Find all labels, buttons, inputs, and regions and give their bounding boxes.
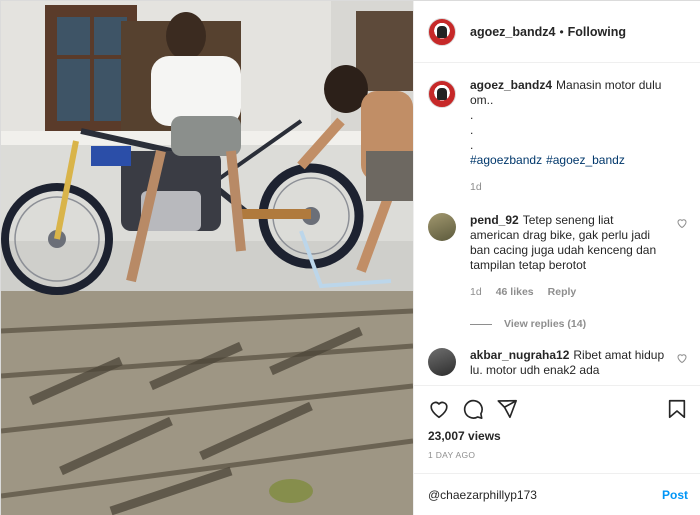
author-username[interactable]: agoez_bandz4 xyxy=(470,25,555,39)
caption-author-avatar[interactable] xyxy=(428,80,456,108)
share-icon[interactable] xyxy=(496,398,518,420)
add-comment-bar: Post xyxy=(414,473,700,515)
comment-username[interactable]: pend_92 xyxy=(470,213,519,227)
commenter-avatar[interactable] xyxy=(428,348,456,376)
post-comment-button[interactable]: Post xyxy=(662,488,688,502)
view-replies-button[interactable]: View replies (14) xyxy=(470,318,688,330)
comment-like-heart-icon[interactable] xyxy=(676,352,688,364)
post-actions: 23,007 views 1 DAY AGO xyxy=(414,385,700,473)
post-timestamp[interactable]: 1 DAY AGO xyxy=(428,450,688,460)
action-icons xyxy=(428,396,688,422)
caption-body: agoez_bandz4 Manasin motor dulu om.. . . … xyxy=(470,78,688,195)
caption-dot-line: . xyxy=(470,138,474,152)
caption-username[interactable]: agoez_bandz4 xyxy=(470,78,552,92)
view-replies-label: View replies (14) xyxy=(504,318,587,330)
caption-dot-line: . xyxy=(470,123,474,137)
view-count[interactable]: 23,007 views xyxy=(428,429,688,443)
post-video[interactable] xyxy=(1,1,413,515)
caption-hashtags: #agoezbandz #agoez_bandz xyxy=(470,153,688,168)
heart-icon[interactable] xyxy=(428,398,450,420)
caption: agoez_bandz4 Manasin motor dulu om.. . . … xyxy=(428,78,688,195)
caption-meta: 1d xyxy=(470,180,688,195)
comment-item: pend_92 Tetep seneng liat american drag b… xyxy=(428,213,688,300)
post-dialog: agoez_bandz4 • Following agoez_bandz4 Man… xyxy=(0,0,700,515)
hashtag-link[interactable]: #agoezbandz xyxy=(470,153,542,167)
video-frame-image xyxy=(1,1,413,515)
post-header: agoez_bandz4 • Following xyxy=(414,1,700,63)
comment-likes[interactable]: 46 likes xyxy=(496,285,534,300)
comment-icon[interactable] xyxy=(462,398,484,420)
comment-item: akbar_nugraha12 Ribet amat hidup lu. moto… xyxy=(428,348,688,378)
comments-list[interactable]: agoez_bandz4 Manasin motor dulu om.. . . … xyxy=(414,64,700,384)
comment-username[interactable]: akbar_nugraha12 xyxy=(470,348,569,362)
caption-dot-line: . xyxy=(470,108,474,122)
following-button[interactable]: Following xyxy=(568,25,626,39)
reply-button[interactable]: Reply xyxy=(548,285,577,300)
comment-meta: 1d 46 likes Reply xyxy=(470,285,666,300)
comment-time: 1d xyxy=(470,286,482,298)
comment-input[interactable] xyxy=(428,487,662,502)
author-avatar[interactable] xyxy=(428,17,456,46)
hashtag-link[interactable]: #agoez_bandz xyxy=(546,153,625,167)
comment-body: pend_92 Tetep seneng liat american drag b… xyxy=(470,213,666,300)
caption-time: 1d xyxy=(470,181,482,193)
comment-body: akbar_nugraha12 Ribet amat hidup lu. moto… xyxy=(470,348,666,378)
bookmark-icon[interactable] xyxy=(666,398,688,420)
post-side-panel: agoez_bandz4 • Following agoez_bandz4 Man… xyxy=(413,1,700,515)
replies-divider-line xyxy=(470,323,492,325)
comment-like-heart-icon[interactable] xyxy=(676,217,688,229)
header-separator: • xyxy=(559,24,564,39)
commenter-avatar[interactable] xyxy=(428,213,456,241)
